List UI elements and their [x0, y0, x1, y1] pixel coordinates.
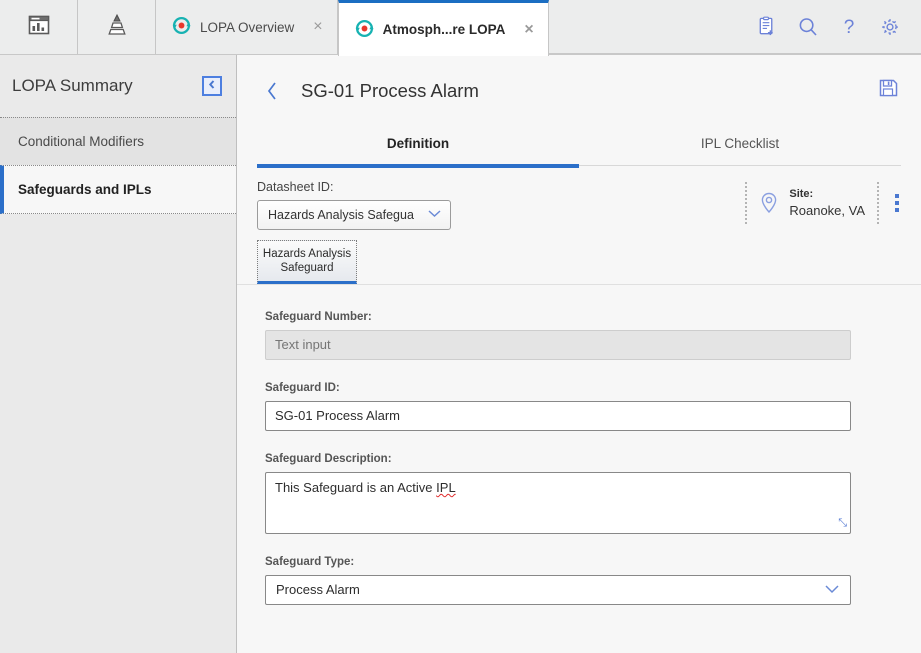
field-label: Safeguard Number: — [265, 310, 372, 323]
description-text: This Safeguard is an Active — [275, 479, 437, 495]
tab-ipl-checklist[interactable]: IPL Checklist — [579, 122, 901, 165]
tab-label: Definition — [386, 136, 450, 151]
gear-icon[interactable] — [879, 16, 901, 38]
definition-form: Safeguard Number: Safeguard ID: Safeguar… — [237, 285, 921, 627]
sidebar-item-label: Safeguards and IPLs — [18, 182, 152, 197]
subtab-label: Hazards Analysis Safeguard — [262, 248, 352, 275]
search-icon[interactable] — [797, 16, 819, 38]
location-pin-icon — [759, 191, 779, 215]
tab-label: LOPA Overview — [200, 19, 295, 35]
site-value: Roanoke, VA — [789, 202, 865, 218]
close-icon[interactable]: × — [514, 21, 533, 38]
datasheet-selector-group: Datasheet ID: Hazards Analysis Safegua — [257, 180, 733, 230]
datasheet-row: Datasheet ID: Hazards Analysis Safegua S… — [237, 166, 921, 230]
page-body: LOPA Summary Conditional Modifiers Safeg… — [0, 55, 921, 653]
close-icon[interactable]: × — [303, 19, 322, 35]
datasheet-label: Datasheet ID: — [257, 180, 334, 194]
main-tab-row: Definition IPL Checklist — [257, 122, 901, 168]
back-button[interactable] — [259, 78, 285, 104]
sidebar-filler — [0, 214, 236, 653]
safeguard-type-select[interactable]: Process Alarm — [265, 574, 851, 605]
save-icon — [877, 77, 899, 104]
svg-text:?: ? — [844, 17, 855, 38]
lopa-record-icon — [355, 19, 374, 41]
dashboard-icon — [27, 13, 51, 42]
site-text: Site: Roanoke, VA — [789, 187, 865, 219]
chevron-down-icon — [824, 583, 840, 597]
field-label: Safeguard Description: — [265, 452, 392, 465]
dot — [895, 194, 899, 198]
divider — [877, 182, 879, 224]
tab-strip: LOPA Overview × Atmosph...re LOPA × — [156, 0, 549, 56]
main-panel: SG-01 Process Alarm Definition IPL Check… — [237, 55, 921, 653]
description-misspelled-word: IPL — [436, 479, 456, 495]
hierarchy-button[interactable] — [78, 0, 156, 54]
subtab-hazards-analysis-safeguard[interactable]: Hazards Analysis Safeguard — [257, 240, 357, 284]
site-info: Site: Roanoke, VA — [733, 180, 899, 224]
main-header: SG-01 Process Alarm — [237, 55, 921, 122]
tab-definition[interactable]: Definition — [257, 122, 579, 168]
sidebar-collapse-button[interactable] — [202, 76, 222, 96]
dot — [895, 201, 899, 205]
textarea-wrapper: This Safeguard is an Active IPL ⤡ — [265, 471, 851, 534]
datasheet-select[interactable]: Hazards Analysis Safegua — [257, 200, 451, 230]
top-bar: LOPA Overview × Atmosph...re LOPA × ? — [0, 0, 921, 56]
tab-strip-spacer — [548, 0, 746, 54]
sub-tab-row: Hazards Analysis Safeguard — [237, 230, 921, 285]
safeguard-type-value: Process Alarm — [276, 582, 360, 598]
tab-atmosphere-lopa[interactable]: Atmosph...re LOPA × — [337, 0, 549, 56]
top-actions: ? — [746, 0, 921, 54]
field-safeguard-id: Safeguard ID: — [265, 382, 899, 431]
page-title: SG-01 Process Alarm — [301, 79, 479, 101]
more-options-icon[interactable] — [895, 194, 899, 212]
hierarchy-icon — [104, 12, 130, 43]
field-safeguard-number: Safeguard Number: — [265, 311, 899, 360]
sidebar-title: LOPA Summary — [12, 76, 133, 95]
tab-lopa-overview[interactable]: LOPA Overview × — [156, 0, 338, 55]
new-record-icon[interactable] — [756, 16, 777, 37]
tab-label: IPL Checklist — [700, 136, 780, 151]
site-label: Site: — [789, 187, 814, 200]
field-safeguard-type: Safeguard Type: Process Alarm — [265, 556, 899, 605]
safeguard-id-input[interactable] — [265, 400, 851, 431]
help-icon[interactable]: ? — [839, 16, 859, 38]
dot — [895, 208, 899, 212]
chevron-left-icon — [267, 81, 276, 100]
safeguard-number-input — [265, 329, 851, 360]
tab-label: Atmosph...re LOPA — [382, 22, 506, 37]
datasheet-value: Hazards Analysis Safegua — [268, 208, 414, 222]
safeguard-description-textarea[interactable]: This Safeguard is an Active IPL — [265, 471, 851, 534]
field-safeguard-description: Safeguard Description: This Safeguard is… — [265, 453, 899, 534]
sidebar: LOPA Summary Conditional Modifiers Safeg… — [0, 55, 237, 653]
sidebar-item-safeguards-and-ipls[interactable]: Safeguards and IPLs — [0, 165, 236, 214]
sidebar-item-conditional-modifiers[interactable]: Conditional Modifiers — [0, 117, 236, 165]
field-label: Safeguard Type: — [265, 555, 355, 568]
lopa-record-icon — [172, 16, 191, 38]
field-label: Safeguard ID: — [265, 381, 340, 394]
save-button[interactable] — [877, 77, 899, 104]
chevron-down-icon — [427, 209, 442, 221]
sidebar-header: LOPA Summary — [0, 55, 236, 117]
chevron-left-icon — [207, 77, 217, 95]
sidebar-item-label: Conditional Modifiers — [18, 134, 145, 149]
dashboard-button[interactable] — [0, 0, 78, 54]
divider — [745, 182, 748, 224]
